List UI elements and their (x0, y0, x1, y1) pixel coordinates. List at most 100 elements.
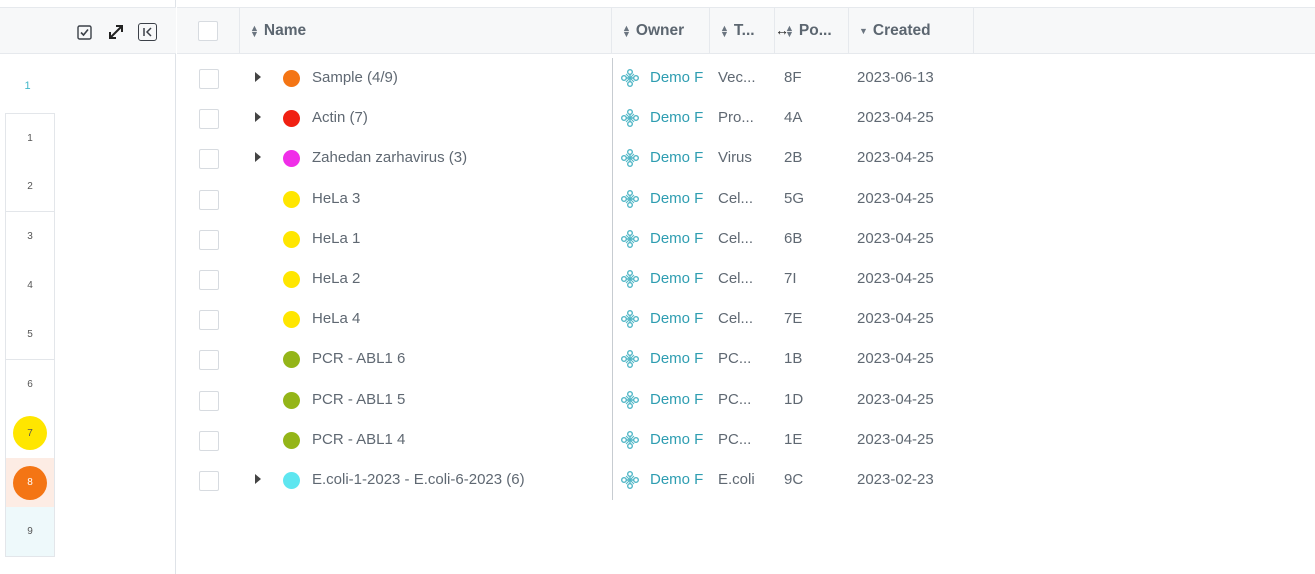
table-row[interactable]: E.coli-1-2023 - E.coli-6-2023 (6) Demo F E… (177, 460, 1315, 500)
expand-caret-icon[interactable] (255, 152, 261, 163)
row-position: 1B (784, 350, 803, 368)
column-header-owner[interactable]: ▲ ▼ Owner (612, 8, 710, 53)
row-name[interactable]: HeLa 2 (312, 270, 360, 287)
row-position: 7I (784, 269, 797, 287)
table-row[interactable]: HeLa 2 Demo F Cel... 7I 2023-04-25 (177, 259, 1315, 299)
column-header-name[interactable]: ▲ ▼ Name (240, 8, 612, 53)
row-checkbox[interactable] (199, 350, 219, 371)
grid-well-label: 3 (27, 230, 33, 242)
grid-well[interactable]: 8 (5, 458, 55, 509)
grid-well[interactable]: 9 (5, 507, 55, 558)
expand-caret-icon[interactable] (255, 72, 261, 82)
row-position: 1E (784, 430, 803, 448)
table-row[interactable]: PCR - ABL1 4 Demo F PC... 1E 2023-04-25 (177, 420, 1315, 460)
table-row[interactable]: HeLa 4 Demo F Cel... 7E 2023-04-25 (177, 299, 1315, 339)
row-type: Cel... (718, 310, 754, 328)
grid-well[interactable]: 5 (5, 310, 55, 361)
grid-well-label: 6 (27, 378, 33, 390)
column-position-label: Po... (798, 21, 832, 39)
sort-descending-icon: ▼ (859, 25, 868, 36)
row-owner[interactable]: Demo F (650, 190, 712, 207)
row-checkbox[interactable] (199, 149, 219, 170)
row-owner[interactable]: Demo F (650, 391, 712, 408)
row-checkbox[interactable] (199, 189, 219, 210)
row-checkbox[interactable] (199, 109, 219, 130)
expand-caret-icon[interactable] (255, 112, 261, 123)
owner-group-icon (620, 470, 640, 490)
grid-well[interactable]: 1 (5, 113, 55, 163)
row-name[interactable]: HeLa 1 (312, 230, 360, 247)
row-created: 2023-04-25 (857, 350, 934, 368)
row-checkbox[interactable] (199, 390, 219, 411)
sort-icon: ▲ ▼ (622, 22, 631, 39)
row-name[interactable]: HeLa 4 (312, 310, 360, 327)
owner-group-icon (620, 349, 640, 369)
row-checkbox[interactable] (199, 69, 219, 89)
checkbox-icon[interactable] (74, 22, 94, 42)
sort-icon: ▲ ▼ (720, 22, 729, 39)
row-position: 9C (784, 470, 804, 488)
row-checkbox[interactable] (199, 269, 219, 290)
row-name[interactable]: Zahedan zarhavirus (3) (312, 149, 467, 166)
column-header-type[interactable]: ▲ ▼ T... (710, 8, 775, 53)
expand-caret-icon[interactable] (255, 473, 261, 484)
row-owner[interactable]: Demo F (650, 270, 712, 287)
row-owner[interactable]: Demo F (650, 310, 712, 327)
grid-well[interactable]: 4 (5, 260, 55, 311)
color-dot-icon (283, 110, 300, 128)
row-checkbox[interactable] (199, 229, 219, 250)
row-owner[interactable]: Demo F (650, 471, 712, 488)
row-owner[interactable]: Demo F (650, 431, 712, 448)
column-name-label: Name (263, 21, 307, 39)
row-name[interactable]: Actin (7) (312, 109, 368, 126)
row-owner[interactable]: Demo F (650, 69, 712, 86)
column-resize-handle-icon[interactable]: ↔ (775, 22, 789, 38)
row-created: 2023-04-25 (857, 109, 934, 127)
table-row[interactable]: PCR - ABL1 6 Demo F PC... 1B 2023-04-25 (177, 339, 1315, 379)
row-created: 2023-04-25 (857, 310, 934, 328)
grid-well-label: 4 (27, 279, 33, 291)
grid-well[interactable]: 3 (5, 211, 55, 262)
row-created: 2023-04-25 (857, 189, 934, 207)
table-row[interactable]: PCR - ABL1 5 Demo F PC... 1D 2023-04-25 (177, 380, 1315, 420)
grid-well[interactable]: 2 (5, 162, 55, 213)
row-created: 2023-02-23 (857, 470, 934, 488)
row-owner[interactable]: Demo F (650, 109, 712, 126)
row-checkbox[interactable] (199, 310, 219, 331)
row-created: 2023-04-25 (857, 390, 934, 408)
row-checkbox[interactable] (199, 430, 219, 451)
column-owner-label: Owner (635, 21, 685, 39)
row-name[interactable]: PCR - ABL1 6 (312, 350, 405, 367)
grid-well-label: 8 (13, 465, 47, 500)
row-position: 8F (784, 69, 802, 86)
table-row[interactable]: HeLa 3 Demo F Cel... 5G 2023-04-25 (177, 179, 1315, 219)
color-dot-icon (283, 471, 300, 489)
row-position: 2B (784, 149, 803, 167)
table-row[interactable]: Actin (7) Demo F Pro... 4A 2023-04-25 (177, 98, 1315, 138)
row-owner[interactable]: Demo F (650, 230, 712, 247)
row-name[interactable]: Sample (4/9) (312, 69, 398, 86)
expand-icon[interactable] (106, 22, 126, 42)
owner-group-icon (620, 68, 640, 88)
row-type: Vec... (718, 69, 756, 86)
row-owner[interactable]: Demo F (650, 350, 712, 367)
row-type: Virus (718, 149, 752, 167)
header-select-all[interactable] (177, 8, 240, 53)
grid-well[interactable]: 7 (5, 408, 55, 459)
table-row[interactable]: Zahedan zarhavirus (3) Demo F Virus 2B 2023-… (177, 138, 1315, 178)
row-name[interactable]: HeLa 3 (312, 190, 360, 207)
collapse-panel-icon[interactable] (138, 23, 157, 41)
row-owner[interactable]: Demo F (650, 149, 712, 166)
table-row[interactable]: Sample (4/9) Demo F Vec... 8F 2023-06-13 (177, 58, 1315, 98)
select-all-checkbox[interactable] (198, 20, 218, 41)
row-type: Cel... (718, 229, 754, 247)
column-header-created[interactable]: ▼ Created (849, 8, 974, 53)
row-checkbox[interactable] (199, 470, 219, 491)
table-row[interactable]: HeLa 1 Demo F Cel... 6B 2023-04-25 (177, 219, 1315, 259)
row-name[interactable]: PCR - ABL1 4 (312, 431, 405, 448)
row-name[interactable]: E.coli-1-2023 - E.coli-6-2023 (6) (312, 471, 525, 488)
grid-well[interactable]: 6 (5, 359, 55, 410)
row-name[interactable]: PCR - ABL1 5 (312, 391, 405, 408)
column-type-label: T... (733, 21, 755, 39)
grid-toolbar (0, 7, 176, 54)
